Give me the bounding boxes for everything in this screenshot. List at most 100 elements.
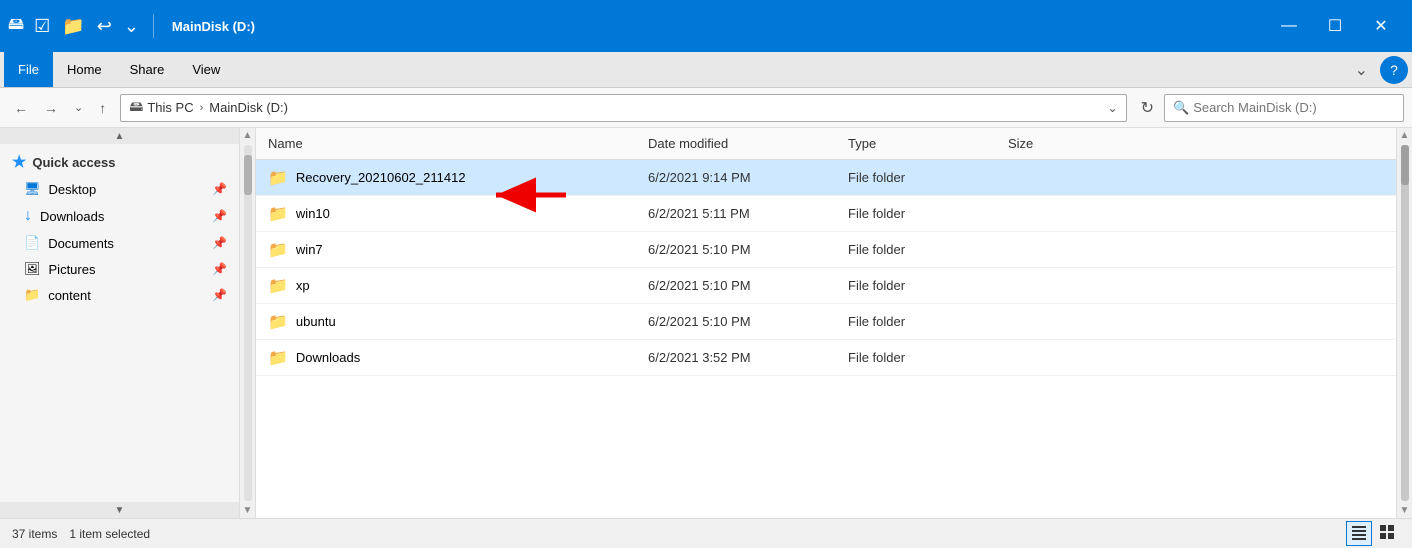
address-bar: ← → ⌄ ↑ 🖴 This PC › MainDisk (D:) ⌄ ↻ 🔍: [0, 88, 1412, 128]
table-row[interactable]: 📁 ubuntu 6/2/2021 5:10 PM File folder: [256, 304, 1396, 340]
table-row[interactable]: 📁 Downloads 6/2/2021 3:52 PM File folder: [256, 340, 1396, 376]
refresh-button[interactable]: ↻: [1135, 94, 1160, 122]
file-scrollbar-track[interactable]: [1401, 145, 1409, 501]
filename-0: Recovery_20210602_211412: [296, 170, 466, 185]
sidebar-scroll-down[interactable]: ▼: [0, 502, 239, 518]
filename-4: ubuntu: [296, 314, 336, 329]
sidebar-item-desktop[interactable]: 🖥 Desktop 📌: [0, 176, 239, 202]
cell-name-3: 📁 xp: [256, 276, 636, 296]
cell-type-3: File folder: [836, 278, 996, 293]
title-sep: [153, 14, 154, 38]
app-icon: 🖴: [8, 13, 24, 40]
pin-desktop-icon[interactable]: 📌: [212, 182, 227, 196]
menu-view[interactable]: View: [178, 52, 234, 87]
menu-home[interactable]: Home: [53, 52, 116, 87]
dropdown-history-button[interactable]: ⌄: [68, 97, 89, 118]
pin-downloads-icon[interactable]: 📌: [212, 209, 227, 223]
pin-content-icon[interactable]: 📌: [212, 288, 227, 302]
filename-5: Downloads: [296, 350, 360, 365]
help-button[interactable]: ?: [1380, 56, 1408, 84]
sidebar-label-content: content: [48, 288, 91, 303]
window-title: MainDisk (D:): [164, 19, 1260, 34]
maximize-button[interactable]: ☐: [1312, 10, 1358, 42]
save-icon[interactable]: ☑: [30, 14, 54, 39]
col-header-type[interactable]: Type: [836, 128, 996, 159]
ribbon-collapse-icon[interactable]: ⌄: [1347, 56, 1376, 84]
sidebar: ▲ ★ Quick access 🖥 Desktop 📌 ↓ Downloads…: [0, 128, 240, 518]
file-list: Name Date modified Type Size 📁 Recovery_…: [256, 128, 1396, 518]
up-button[interactable]: ↑: [93, 96, 112, 120]
cell-type-2: File folder: [836, 242, 996, 257]
large-icon-view-button[interactable]: [1374, 521, 1400, 546]
cell-date-0: 6/2/2021 9:14 PM: [636, 170, 836, 185]
main-content: ▲ ★ Quick access 🖥 Desktop 📌 ↓ Downloads…: [0, 128, 1412, 518]
details-view-button[interactable]: [1346, 521, 1372, 546]
minimize-button[interactable]: —: [1266, 10, 1312, 42]
table-row[interactable]: 📁 win7 6/2/2021 5:10 PM File folder: [256, 232, 1396, 268]
cell-date-4: 6/2/2021 5:10 PM: [636, 314, 836, 329]
menu-share[interactable]: Share: [116, 52, 179, 87]
file-list-header: Name Date modified Type Size: [256, 128, 1396, 160]
search-icon: 🔍: [1173, 100, 1189, 116]
content-icon: 📁: [24, 287, 40, 303]
folder-icon-0: 📁: [268, 168, 288, 188]
toolbar-dropdown-icon[interactable]: ⌄: [120, 14, 143, 39]
address-dropdown-icon[interactable]: ⌄: [1108, 101, 1118, 115]
back-button[interactable]: ←: [8, 96, 34, 120]
undo-icon[interactable]: ↩: [93, 14, 116, 39]
breadcrumb-maindisk[interactable]: MainDisk (D:): [209, 100, 288, 115]
menu-file[interactable]: File: [4, 52, 53, 87]
menu-bar: File Home Share View ⌄ ?: [0, 52, 1412, 88]
folder-icon-5: 📁: [268, 348, 288, 368]
documents-icon: 📄: [24, 235, 40, 251]
selected-count: 1 item selected: [69, 527, 150, 541]
pictures-icon: 🖼: [24, 261, 41, 277]
file-list-scrollbar: ▲ ▼: [1396, 128, 1412, 518]
close-button[interactable]: ✕: [1358, 10, 1404, 42]
address-path-box[interactable]: 🖴 This PC › MainDisk (D:) ⌄: [120, 94, 1126, 122]
col-header-size[interactable]: Size: [996, 128, 1396, 159]
breadcrumb-sep1: ›: [200, 102, 204, 114]
cell-date-2: 6/2/2021 5:10 PM: [636, 242, 836, 257]
cell-name-2: 📁 win7: [256, 240, 636, 260]
pin-pictures-icon[interactable]: 📌: [212, 262, 227, 276]
sidebar-label-downloads: Downloads: [40, 209, 104, 224]
sidebar-scroll-up[interactable]: ▲: [0, 128, 239, 144]
table-row[interactable]: 📁 win10 6/2/2021 5:11 PM File folder: [256, 196, 1396, 232]
search-box[interactable]: 🔍: [1164, 94, 1404, 122]
table-row[interactable]: 📁 xp 6/2/2021 5:10 PM File folder: [256, 268, 1396, 304]
pin-documents-icon[interactable]: 📌: [212, 236, 227, 250]
sidebar-item-downloads[interactable]: ↓ Downloads 📌: [0, 202, 239, 230]
folder-icon[interactable]: 📁: [58, 14, 88, 39]
breadcrumb-this-pc[interactable]: This PC: [147, 100, 193, 115]
sidebar-label-documents: Documents: [48, 236, 114, 251]
cell-type-5: File folder: [836, 350, 996, 365]
cell-type-1: File folder: [836, 206, 996, 221]
folder-icon-4: 📁: [268, 312, 288, 332]
file-scroll-up-arrow[interactable]: ▲: [1398, 128, 1412, 143]
sidebar-item-documents[interactable]: 📄 Documents 📌: [0, 230, 239, 256]
sidebar-scroll-down-arrow[interactable]: ▼: [241, 503, 255, 518]
sidebar-scrollbar: ▲ ▼: [240, 128, 256, 518]
col-header-date[interactable]: Date modified: [636, 128, 836, 159]
sidebar-item-content[interactable]: 📁 content 📌: [0, 282, 239, 308]
file-rows: 📁 Recovery_20210602_211412 6/2/2021 9:14…: [256, 160, 1396, 518]
forward-button[interactable]: →: [38, 96, 64, 120]
file-scrollbar-thumb[interactable]: [1401, 145, 1409, 185]
drive-icon: 🖴: [129, 96, 143, 120]
sidebar-scroll-up-arrow[interactable]: ▲: [241, 128, 255, 143]
file-scroll-down-arrow[interactable]: ▼: [1398, 503, 1412, 518]
search-input[interactable]: [1193, 100, 1373, 115]
sidebar-item-pictures[interactable]: 🖼 Pictures 📌: [0, 256, 239, 282]
view-controls: [1346, 521, 1400, 546]
cell-type-4: File folder: [836, 314, 996, 329]
sidebar-scrollbar-thumb[interactable]: [244, 155, 252, 195]
window-controls: — ☐ ✕: [1266, 10, 1404, 42]
col-header-name[interactable]: Name: [256, 128, 636, 159]
sidebar-scrollbar-track[interactable]: [244, 145, 252, 501]
file-area: Name Date modified Type Size 📁 Recovery_…: [256, 128, 1412, 518]
item-count: 37 items: [12, 527, 57, 541]
table-row[interactable]: 📁 Recovery_20210602_211412 6/2/2021 9:14…: [256, 160, 1396, 196]
cell-name-4: 📁 ubuntu: [256, 312, 636, 332]
cell-name-0: 📁 Recovery_20210602_211412: [256, 168, 636, 188]
